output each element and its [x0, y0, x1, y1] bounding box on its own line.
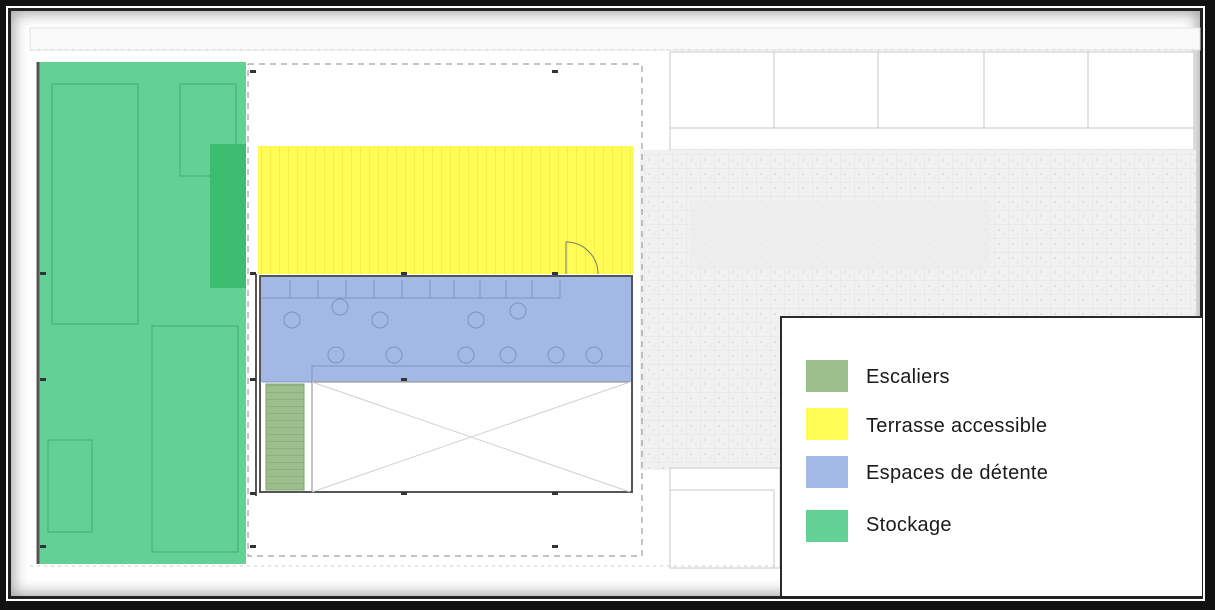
legend-item-detente	[806, 456, 848, 488]
detente-zone	[260, 276, 632, 383]
legend-swatch-detente	[806, 456, 848, 488]
terrasse-zone	[258, 146, 634, 275]
legend-swatch-terrasse	[806, 408, 848, 440]
legend: Escaliers Terrasse accessible Espaces de…	[780, 316, 1202, 596]
right-building-rooms-bottom	[669, 467, 781, 569]
legend-item-escaliers	[806, 360, 848, 392]
legend-label-stockage: Stockage	[866, 514, 952, 536]
escaliers-zone	[265, 383, 305, 491]
legend-item-terrasse	[806, 408, 848, 440]
legend-item-stockage	[806, 510, 848, 542]
legend-label-terrasse: Terrasse accessible	[866, 415, 1048, 437]
legend-swatch-stockage	[806, 510, 848, 542]
stockage-zone	[36, 62, 246, 564]
legend-label-escaliers: Escaliers	[866, 366, 950, 388]
legend-swatch-escaliers	[806, 360, 848, 392]
right-building-rooms	[669, 51, 1195, 151]
top-ruler	[29, 27, 1201, 51]
legend-label-detente: Espaces de détente	[866, 462, 1049, 484]
